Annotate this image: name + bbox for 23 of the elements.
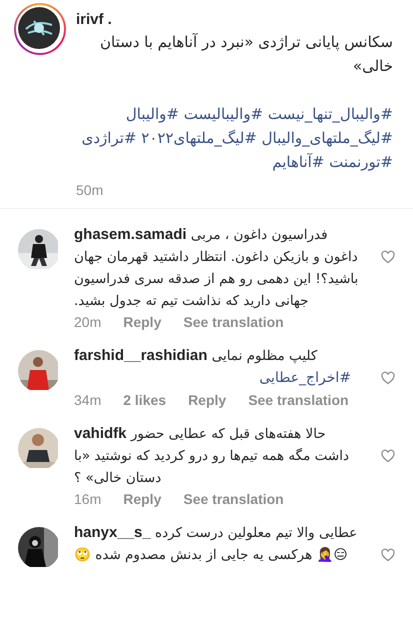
hashtag-link[interactable]: #تراژدی [82,129,136,147]
hashtag-link[interactable]: #والیبال_تنها_نیست [268,105,393,123]
username[interactable]: farshid__rashidian [74,347,208,364]
username[interactable]: irivf . [76,11,112,28]
hashtag-link[interactable]: #لیگ_ملتهای۲۰۲۲ [141,129,257,147]
hashtag-link[interactable]: #لیگ_ملتهای_والیبال [262,129,393,147]
heart-icon[interactable] [381,449,395,463]
hashtag-link[interactable]: #والیبال [126,105,179,123]
timestamp: 16m [74,491,102,507]
username[interactable]: vahidfk [74,425,127,442]
timestamp: 50m [76,182,104,198]
heart-icon[interactable] [381,548,395,562]
hashtag-link[interactable]: #آناهایم [272,153,324,171]
hashtag-link[interactable]: #تورنمنت [329,153,393,171]
hashtag-link[interactable]: #اخراج_عطایی [259,370,351,386]
username[interactable]: hanyx__s_ [74,524,151,541]
timestamp: 34m [74,392,102,408]
heart-icon[interactable] [381,371,395,385]
caption-text: سکانس پایانی تراژدی «نبرد در آناهایم با دستان خالی» [99,32,393,77]
heart-icon[interactable] [381,250,395,264]
hashtag-link[interactable]: #والیبالیست [184,105,264,123]
username[interactable]: ghasem.samadi [74,226,187,243]
timestamp: 20m [74,314,102,330]
